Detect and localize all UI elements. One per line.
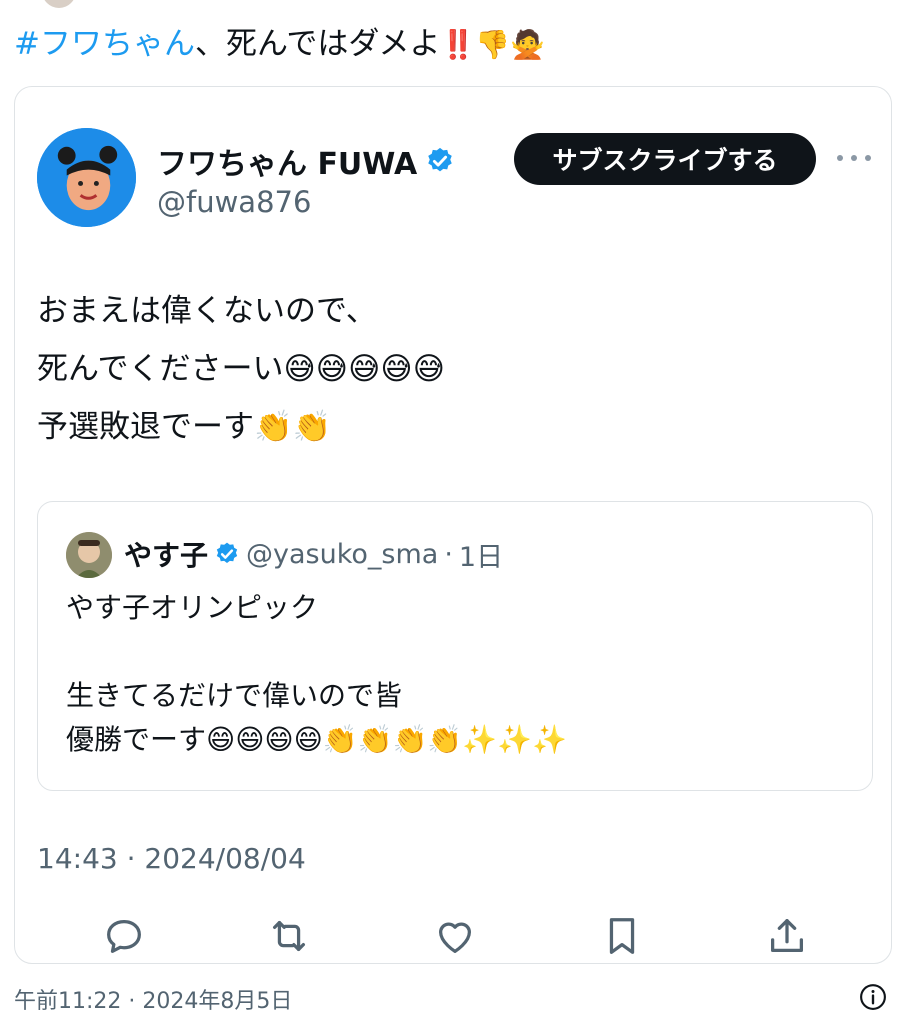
outer-post-emojis: ‼️👎🙅 <box>440 28 546 61</box>
share-icon[interactable] <box>764 913 810 959</box>
previous-avatar <box>40 0 78 10</box>
retweet-icon[interactable] <box>266 913 312 959</box>
like-icon[interactable] <box>432 913 478 959</box>
tweet-body: おまえは偉くないので、 死んでくださーい😅😅😅😅😅 予選敗退でーす👏👏 <box>37 282 445 456</box>
outer-post-body: 、死んではダメよ <box>194 26 441 62</box>
author-name[interactable]: フワちゃん FUWA <box>157 139 417 183</box>
author-name-row: フワちゃん FUWA <box>157 139 455 183</box>
quoted-author-handle[interactable]: @yasuko_sma <box>246 539 438 570</box>
quoted-separator: · <box>444 538 453 570</box>
reply-icon[interactable] <box>101 913 147 959</box>
info-icon[interactable] <box>858 982 888 1012</box>
quoted-body-line: 生きてるだけで偉いので皆 <box>66 679 403 712</box>
outer-post-text: #フワちゃん、死んではダメよ‼️👎🙅 <box>14 22 545 67</box>
more-options-icon[interactable] <box>837 143 871 173</box>
quoted-tweet[interactable]: やす子 @yasuko_sma · 1日 やす子オリンピック 生きてるだけで偉い… <box>37 501 873 791</box>
subscribe-button[interactable]: サブスクライブする <box>514 133 816 185</box>
quoted-body-line: やす子オリンピック <box>66 591 319 624</box>
author-avatar[interactable] <box>37 128 136 227</box>
footer-timestamp: 午前11:22 · 2024年8月5日 <box>14 989 293 1014</box>
embedded-tweet-card[interactable]: フワちゃん FUWA @fuwa876 サブスクライブする おまえは偉くないので… <box>14 86 892 964</box>
tweet-body-line: おまえは偉くないので、 <box>37 293 377 329</box>
verified-badge-icon <box>216 542 238 563</box>
verified-badge-icon <box>428 147 453 172</box>
quoted-author-avatar[interactable] <box>66 532 112 578</box>
quoted-body: やす子オリンピック 生きてるだけで偉いので皆 優勝でーす😄😄😄😄👏👏👏👏✨✨✨ <box>66 586 567 762</box>
tweet-body-line: 予選敗退でーす👏👏 <box>37 409 332 445</box>
tweet-body-line: 死んでくださーい😅😅😅😅😅 <box>37 351 446 387</box>
quoted-header: やす子 @yasuko_sma · 1日 <box>124 534 503 574</box>
quoted-author-name[interactable]: やす子 <box>124 534 208 574</box>
quoted-time[interactable]: 1日 <box>459 535 503 574</box>
author-handle[interactable]: @fuwa876 <box>157 185 311 219</box>
quoted-body-line: 優勝でーす😄😄😄😄👏👏👏👏✨✨✨ <box>66 723 567 756</box>
quoted-body-line <box>66 630 567 674</box>
hashtag-link[interactable]: #フワちゃん <box>14 26 195 62</box>
tweet-timestamp[interactable]: 14:43 · 2024/08/04 <box>37 842 306 875</box>
bookmark-icon[interactable] <box>599 913 645 959</box>
action-bar <box>15 913 891 965</box>
